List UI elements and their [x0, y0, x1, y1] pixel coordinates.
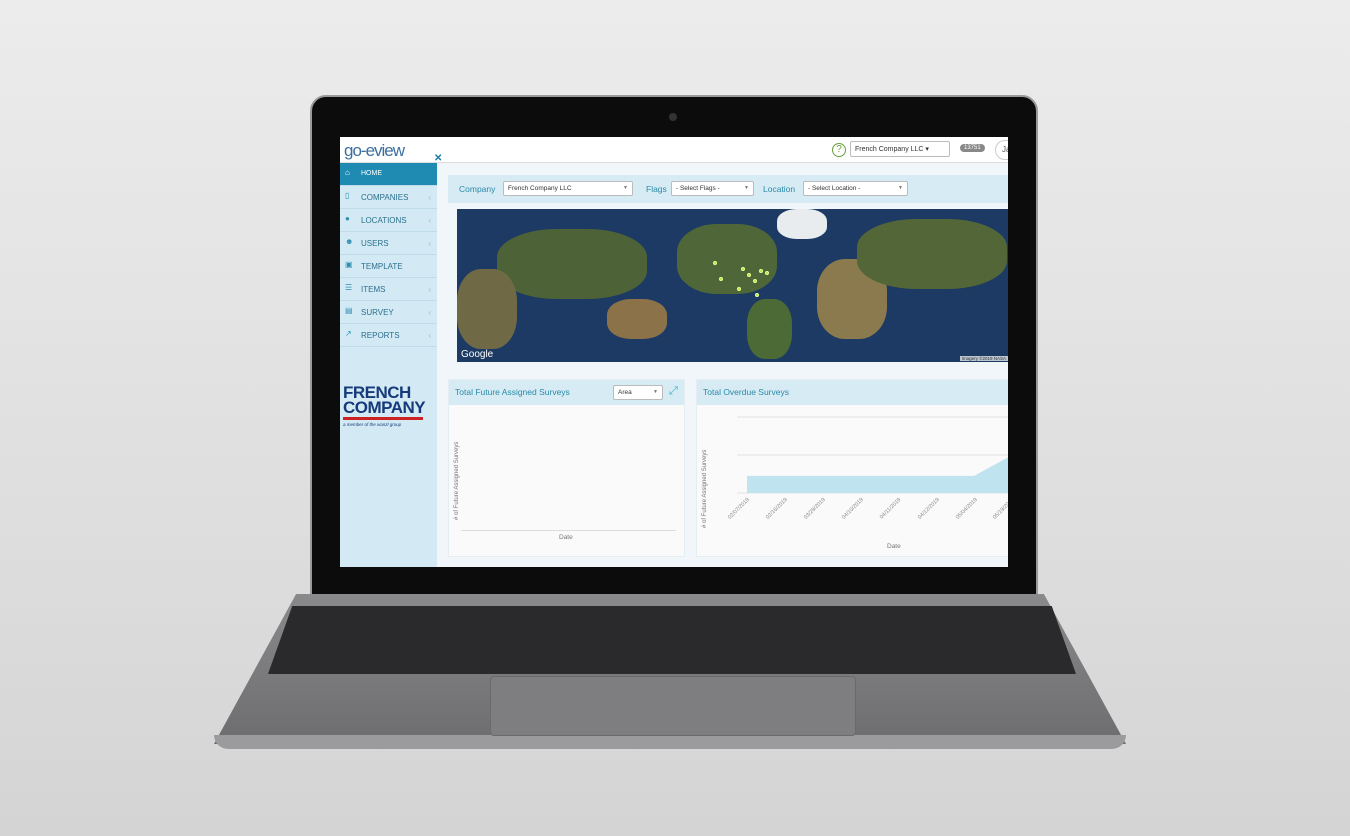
chevron-left-icon: ‹: [428, 193, 431, 202]
map-marker-icon: ●: [345, 214, 350, 223]
map-credit: Imagery ©2019 NASA: [959, 356, 1008, 361]
goeview-logo[interactable]: go-eview: [344, 141, 405, 161]
panel-header: Total Overdue Surveys: [697, 380, 1008, 405]
brand-bar: [343, 417, 423, 420]
sidebar-item-locations[interactable]: ● LOCATIONS ‹: [340, 209, 437, 232]
location-pin[interactable]: [747, 273, 751, 277]
caret-down-icon: ▼: [623, 185, 628, 191]
expand-icon[interactable]: ⤢: [669, 385, 678, 398]
land-australia: [607, 299, 667, 339]
sidebar-item-companies[interactable]: ▯ COMPANIES ‹: [340, 186, 437, 209]
land-eurasia: [857, 219, 1007, 289]
sidebar-item-label: REPORTS: [361, 331, 400, 340]
world-map[interactable]: Google Imagery ©2019 NASA: [457, 209, 1008, 362]
x-axis-label: Date: [887, 543, 901, 550]
panel-title: Total Overdue Surveys: [703, 387, 789, 397]
header-company-select[interactable]: French Company LLC ▾: [850, 141, 950, 157]
sidebar-item-survey[interactable]: ▤ SURVEY ‹: [340, 301, 437, 324]
app-screen: go-eview ✕ ? French Company LLC ▾ 13751 …: [340, 137, 1008, 567]
flags-label: Flags: [646, 184, 667, 194]
chevron-left-icon: ‹: [428, 331, 431, 340]
google-logo: Google: [461, 349, 494, 360]
area-series: [747, 457, 1008, 493]
template-icon: ▣: [345, 260, 353, 269]
brand-tagline: a member of the wanzl group: [343, 422, 402, 427]
french-company-logo: FRENCH COMPANY a member of the wanzl gro…: [343, 384, 426, 427]
location-select-value: - Select Location -: [808, 185, 861, 192]
filter-bar: Company French Company LLC ▼ Flags - Sele…: [448, 175, 1008, 203]
home-icon: ⌂: [345, 168, 350, 177]
sidebar-item-label: ITEMS: [361, 285, 386, 294]
land-north-america: [677, 224, 777, 294]
webcam: [669, 113, 677, 121]
flags-select-value: - Select Flags -: [676, 185, 720, 192]
sidebar-item-label: LOCATIONS: [361, 216, 407, 225]
sidebar-item-users[interactable]: ☻ USERS ‹: [340, 232, 437, 255]
sidebar-item-reports[interactable]: ↗ REPORTS ‹: [340, 324, 437, 347]
x-axis-label: Date: [559, 534, 573, 541]
trackpad: [490, 676, 856, 736]
tablet-icon: ▯: [345, 191, 350, 200]
chevron-left-icon: ‹: [428, 308, 431, 317]
count-badge: 13751: [960, 144, 985, 152]
flags-select[interactable]: - Select Flags - ▼: [671, 181, 754, 196]
location-pin[interactable]: [719, 277, 723, 281]
line-chart-icon: ↗: [345, 329, 352, 338]
company-label: Company: [459, 184, 496, 194]
location-pin[interactable]: [759, 269, 763, 273]
sidebar-item-label: TEMPLATE: [361, 262, 403, 271]
location-pin[interactable]: [755, 293, 759, 297]
chevron-left-icon: ‹: [428, 239, 431, 248]
list-icon: ☰: [345, 283, 353, 292]
chevron-left-icon: ‹: [428, 285, 431, 294]
location-pin[interactable]: [713, 261, 717, 265]
location-pin[interactable]: [765, 271, 769, 275]
question-circle-icon[interactable]: ?: [832, 143, 846, 157]
chart-type-select[interactable]: Area ▼: [613, 385, 663, 400]
location-label: Location: [763, 184, 796, 194]
main-content: Company French Company LLC ▼ Flags - Sele…: [437, 163, 1008, 567]
land-asia-west: [497, 229, 647, 299]
users-icon: ☻: [345, 237, 354, 246]
chart-type-value: Area: [618, 389, 632, 396]
caret-down-icon: ▼: [898, 185, 903, 191]
sidebar-item-items[interactable]: ☰ ITEMS ‹: [340, 278, 437, 301]
x-axis-line: [461, 530, 676, 531]
brand-line2: COMPANY: [343, 398, 426, 417]
sidebar-item-template[interactable]: ▣ TEMPLATE: [340, 255, 437, 278]
land-africa: [457, 269, 517, 349]
location-pin[interactable]: [737, 287, 741, 291]
chevron-left-icon: ‹: [428, 216, 431, 225]
location-pin[interactable]: [741, 267, 745, 271]
user-menu[interactable]: Ja: [995, 140, 1008, 160]
location-pin[interactable]: [753, 279, 757, 283]
sidebar-item-home[interactable]: ⌂ HOME: [340, 163, 437, 186]
sidebar-item-label: HOME: [361, 170, 382, 177]
company-select-value: French Company LLC: [508, 185, 572, 192]
panel-title: Total Future Assigned Surveys: [455, 387, 570, 397]
overdue-surveys-panel: Total Overdue Surveys # of Future Assign…: [696, 379, 1008, 557]
sidebar-item-label: SURVEY: [361, 308, 394, 317]
caret-down-icon: ▼: [744, 185, 749, 191]
sidebar-item-label: USERS: [361, 239, 389, 248]
company-select[interactable]: French Company LLC ▼: [503, 181, 633, 196]
company-select-value: French Company LLC: [855, 146, 924, 153]
top-header: go-eview ✕ ? French Company LLC ▾ 13751 …: [340, 137, 1008, 164]
survey-icon: ▤: [345, 306, 353, 315]
overdue-chart: [737, 416, 1008, 494]
caret-down-icon: ▼: [653, 389, 658, 395]
location-select[interactable]: - Select Location - ▼: [803, 181, 908, 196]
keyboard: [268, 606, 1076, 674]
land-south-america: [747, 299, 792, 359]
y-axis-label: # of Future Assigned Surveys: [454, 441, 460, 520]
sidebar: ⌂ HOME ▯ COMPANIES ‹ ● LOCATIONS ‹ ☻ USERS ‹ ▣ T…: [340, 163, 437, 567]
laptop-edge: [214, 735, 1126, 749]
sidebar-item-label: COMPANIES: [361, 193, 409, 202]
future-surveys-panel: Total Future Assigned Surveys Area ▼ ⤢ # …: [448, 379, 685, 557]
land-greenland: [777, 209, 827, 239]
